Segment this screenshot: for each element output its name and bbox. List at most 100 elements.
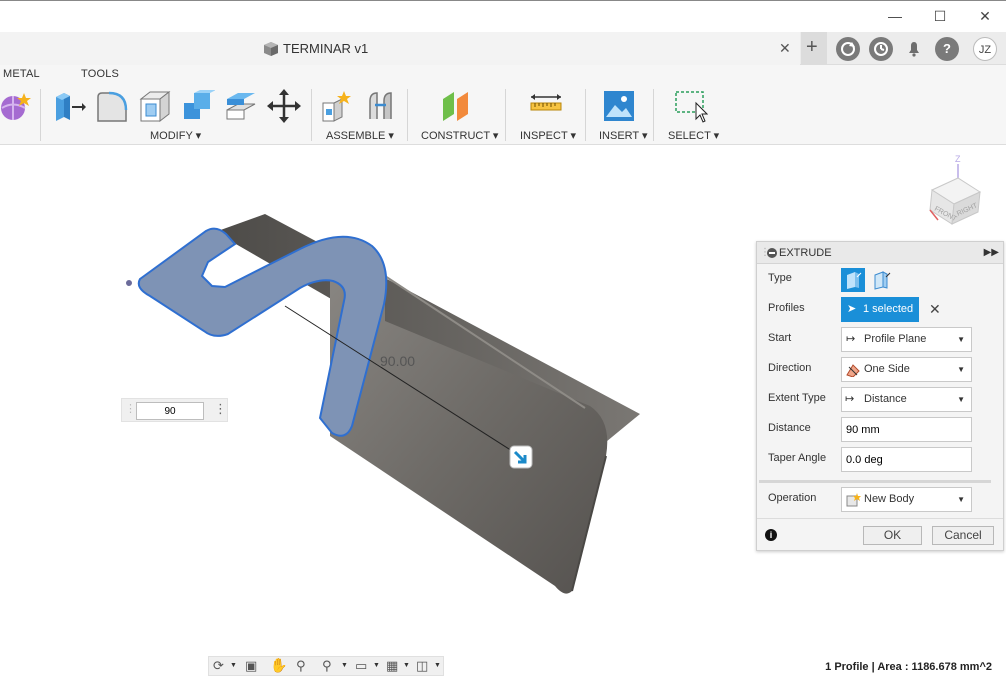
new-tab-button[interactable]: + [801, 32, 827, 65]
press-pull-icon[interactable] [52, 89, 86, 123]
chevron-down-icon: ▼ [957, 395, 965, 404]
sketch-point[interactable] [125, 279, 133, 287]
ribbon-toolbar: METAL TOOLS MODIFY ▾ ASSEMBLE ▾ CONSTRUC… [0, 65, 1006, 145]
tab-sheet-metal[interactable]: METAL [3, 68, 40, 80]
extent-type-dropdown[interactable]: ↦ Distance ▼ [841, 387, 972, 412]
dialog-title: EXTRUDE [779, 247, 832, 259]
grid-icon[interactable]: ▦ [386, 658, 398, 674]
chevron-down-icon: ▼ [957, 495, 965, 504]
chevron-down-icon[interactable]: ▼ [403, 662, 410, 669]
extrude-manipulator-arrow[interactable] [509, 445, 533, 469]
close-tab-icon[interactable]: ✕ [779, 40, 791, 57]
extrude-dialog-header[interactable]: ⋮ EXTRUDE ▶▶ [757, 242, 1003, 264]
offset-plane-icon[interactable] [440, 89, 474, 123]
one-side-icon [846, 364, 860, 377]
axis-z-label: Z [955, 154, 961, 164]
distance-field[interactable] [841, 417, 972, 442]
insert-menu[interactable]: INSERT ▾ [599, 129, 648, 142]
toolbar-separator [653, 89, 654, 141]
assemble-menu[interactable]: ASSEMBLE ▾ [326, 129, 394, 142]
zoom-window-icon[interactable]: ⚲ [322, 658, 332, 674]
collapse-icon[interactable] [767, 248, 777, 258]
chevron-down-icon: ▼ [957, 335, 965, 344]
clock-icon [874, 42, 888, 56]
toolbar-separator [311, 89, 312, 141]
chevron-down-icon[interactable]: ▼ [373, 662, 380, 669]
zoom-icon[interactable]: ⚲ [296, 658, 306, 674]
chevron-down-icon[interactable]: ▼ [341, 662, 348, 669]
operation-dropdown[interactable]: New Body ▼ [841, 487, 972, 512]
refresh-icon [841, 42, 855, 56]
job-status-button[interactable] [869, 37, 893, 61]
orbit-icon[interactable]: ⟳ [213, 658, 224, 674]
taper-angle-label: Taper Angle [768, 452, 827, 464]
combine-icon[interactable] [181, 89, 215, 123]
clear-selection-icon[interactable]: ✕ [929, 301, 941, 318]
type-thin-button[interactable] [869, 268, 893, 292]
insert-image-icon[interactable] [602, 89, 636, 123]
account-initials: JZ [978, 44, 992, 56]
distance-label: Distance [768, 422, 811, 434]
extrude-dialog: ⋮ EXTRUDE ▶▶ Type Profiles ➤ 1 selected … [756, 241, 1004, 551]
grip-icon[interactable]: ⋮ [125, 402, 136, 415]
toolbar-separator [407, 89, 408, 141]
notifications-button[interactable] [902, 37, 926, 61]
tab-tools[interactable]: TOOLS [81, 68, 119, 80]
type-solid-button[interactable] [841, 268, 865, 292]
pan-icon[interactable]: ✋ [270, 657, 287, 674]
ok-button[interactable]: OK [863, 526, 922, 545]
move-icon[interactable] [267, 89, 301, 123]
close-window-button[interactable]: ✕ [970, 6, 1000, 26]
extensions-button[interactable] [836, 37, 860, 61]
distance-input[interactable] [136, 402, 204, 420]
type-label: Type [768, 272, 792, 284]
offset-faces-icon[interactable] [224, 89, 258, 123]
profiles-selection-button[interactable]: ➤ 1 selected [841, 297, 919, 322]
select-menu[interactable]: SELECT ▾ [668, 129, 719, 142]
info-icon[interactable]: i [765, 529, 777, 541]
account-avatar[interactable]: JZ [973, 37, 997, 61]
display-settings-icon[interactable]: ▭ [355, 658, 367, 674]
dimension-label: 90.00 [380, 353, 415, 369]
more-options-icon[interactable]: ⋮ [214, 401, 227, 417]
new-body-icon [846, 493, 861, 507]
plus-icon: + [806, 36, 818, 58]
thin-extrude-icon [874, 271, 891, 290]
direction-row: Direction One Side ▼ [757, 355, 1005, 385]
direction-value: One Side [864, 363, 910, 375]
maximize-icon: ☐ [933, 8, 947, 24]
start-dropdown[interactable]: ↦ Profile Plane ▼ [841, 327, 972, 352]
select-window-icon[interactable] [674, 89, 708, 123]
panel-footer-divider [757, 518, 1003, 519]
chevron-down-icon[interactable]: ▼ [230, 662, 237, 669]
view-cube[interactable]: Z FRONT RIGHT [922, 150, 992, 230]
modify-menu[interactable]: MODIFY ▾ [150, 129, 201, 142]
inspect-menu[interactable]: INSPECT ▾ [520, 129, 576, 142]
construct-menu[interactable]: CONSTRUCT ▾ [421, 129, 498, 142]
help-button[interactable]: ? [935, 37, 959, 61]
direction-dropdown[interactable]: One Side ▼ [841, 357, 972, 382]
minimize-button[interactable]: — [880, 6, 910, 26]
fillet-icon[interactable] [95, 89, 129, 123]
document-tab-bar: TERMINAR v1 ✕ + ? JZ [0, 32, 1006, 65]
cancel-button[interactable]: Cancel [932, 526, 994, 545]
profile-plane-icon: ↦ [846, 333, 856, 345]
document-tab[interactable]: TERMINAR v1 ✕ [0, 32, 800, 65]
chevron-down-icon[interactable]: ▼ [434, 662, 441, 669]
cursor-icon: ➤ [847, 303, 857, 315]
viewports-icon[interactable]: ◫ [416, 658, 428, 674]
document-title: TERMINAR v1 [283, 41, 369, 56]
maximize-button[interactable]: ☐ [925, 6, 955, 26]
profiles-label: Profiles [768, 302, 805, 314]
taper-angle-field[interactable] [841, 447, 972, 472]
look-at-icon[interactable]: ▣ [245, 658, 257, 674]
new-component-icon[interactable] [320, 89, 354, 123]
measure-icon[interactable] [529, 89, 563, 123]
component-icon [264, 42, 278, 56]
create-form-icon[interactable] [0, 89, 34, 123]
minimize-icon: — [888, 8, 902, 24]
joint-icon[interactable] [364, 89, 398, 123]
solid-extrude-icon [847, 272, 862, 289]
shell-icon[interactable] [138, 89, 172, 123]
expand-icon[interactable]: ▶▶ [984, 242, 999, 264]
